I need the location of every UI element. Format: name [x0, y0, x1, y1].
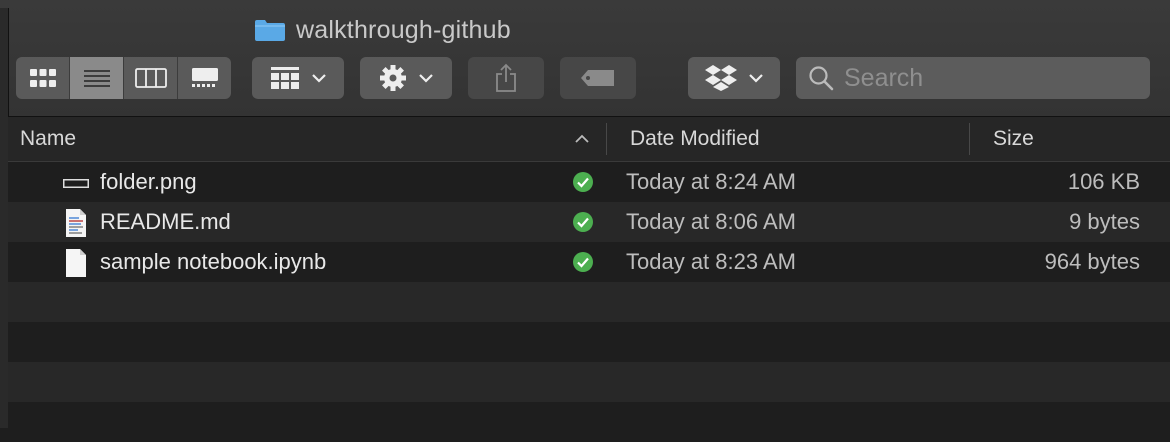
- list-view-icon: [83, 70, 110, 87]
- group-by-button[interactable]: [252, 57, 344, 99]
- file-date-modified: Today at 8:06 AM: [626, 209, 796, 234]
- file-size: 964 bytes: [1044, 249, 1140, 274]
- file-size: 9 bytes: [1069, 209, 1140, 234]
- window-title-text: walkthrough-github: [296, 15, 511, 44]
- group-by-icon: [271, 67, 299, 89]
- finder-toolbar: walkthrough-github: [0, 0, 1170, 117]
- chevron-down-icon: [312, 74, 326, 83]
- file-name: sample notebook.ipynb: [100, 249, 327, 274]
- view-mode-control: [16, 57, 231, 99]
- empty-row: [8, 402, 1170, 442]
- search-input[interactable]: [842, 62, 1136, 94]
- file-date-modified: Today at 8:23 AM: [626, 249, 796, 274]
- empty-row: [8, 362, 1170, 402]
- blank-document-icon: [66, 249, 86, 277]
- chevron-down-icon: [419, 74, 433, 83]
- size-column-label: Size: [993, 127, 1034, 150]
- action-button[interactable]: [360, 57, 452, 99]
- window-title: walkthrough-github: [254, 12, 511, 48]
- file-row-readme-md[interactable]: README.md Today at 8:06 AM 9 bytes: [8, 202, 1170, 242]
- synced-check-icon: [573, 172, 593, 192]
- search-icon: [809, 66, 834, 91]
- icon-view-icon: [29, 69, 56, 87]
- empty-row: [8, 282, 1170, 322]
- folder-icon: [255, 20, 285, 41]
- text-document-icon: [66, 209, 86, 237]
- dropbox-button[interactable]: [688, 57, 780, 99]
- synced-check-icon: [573, 252, 593, 272]
- share-icon: [496, 63, 516, 92]
- sort-ascending-icon[interactable]: [574, 131, 590, 147]
- name-column-label: Name: [20, 127, 77, 150]
- column-divider[interactable]: [969, 123, 970, 155]
- name-column-header[interactable]: Name: [20, 117, 76, 161]
- tag-icon: [581, 70, 614, 86]
- tags-button[interactable]: [560, 57, 636, 99]
- list-view-button[interactable]: [70, 57, 124, 99]
- column-divider[interactable]: [606, 123, 607, 155]
- empty-row: [8, 322, 1170, 362]
- file-name: folder.png: [100, 169, 197, 194]
- file-size: 106 KB: [1067, 169, 1140, 194]
- gallery-view-button[interactable]: [178, 57, 231, 99]
- date-modified-column-header[interactable]: Date Modified: [630, 117, 760, 161]
- column-view-button[interactable]: [124, 57, 178, 99]
- file-row-folder-png[interactable]: folder.png Today at 8:24 AM 106 KB: [8, 162, 1170, 202]
- image-file-icon: [63, 179, 89, 188]
- synced-check-icon: [573, 212, 593, 232]
- dropbox-icon: [705, 65, 737, 91]
- search-field[interactable]: [796, 57, 1150, 99]
- icon-view-button[interactable]: [16, 57, 70, 99]
- gear-icon: [380, 65, 406, 91]
- chevron-down-icon: [749, 74, 763, 83]
- date-modified-column-label: Date Modified: [630, 127, 760, 150]
- column-header: Name Date Modified Size: [8, 117, 1170, 162]
- gallery-view-icon: [191, 68, 218, 87]
- file-name: README.md: [100, 209, 231, 234]
- file-row-sample-notebook[interactable]: sample notebook.ipynb Today at 8:23 AM 9…: [8, 242, 1170, 282]
- file-list: folder.png Today at 8:24 AM 106 KB READM…: [8, 162, 1170, 442]
- column-view-icon: [134, 68, 167, 88]
- size-column-header[interactable]: Size: [993, 117, 1034, 161]
- file-date-modified: Today at 8:24 AM: [626, 169, 796, 194]
- share-button[interactable]: [468, 57, 544, 99]
